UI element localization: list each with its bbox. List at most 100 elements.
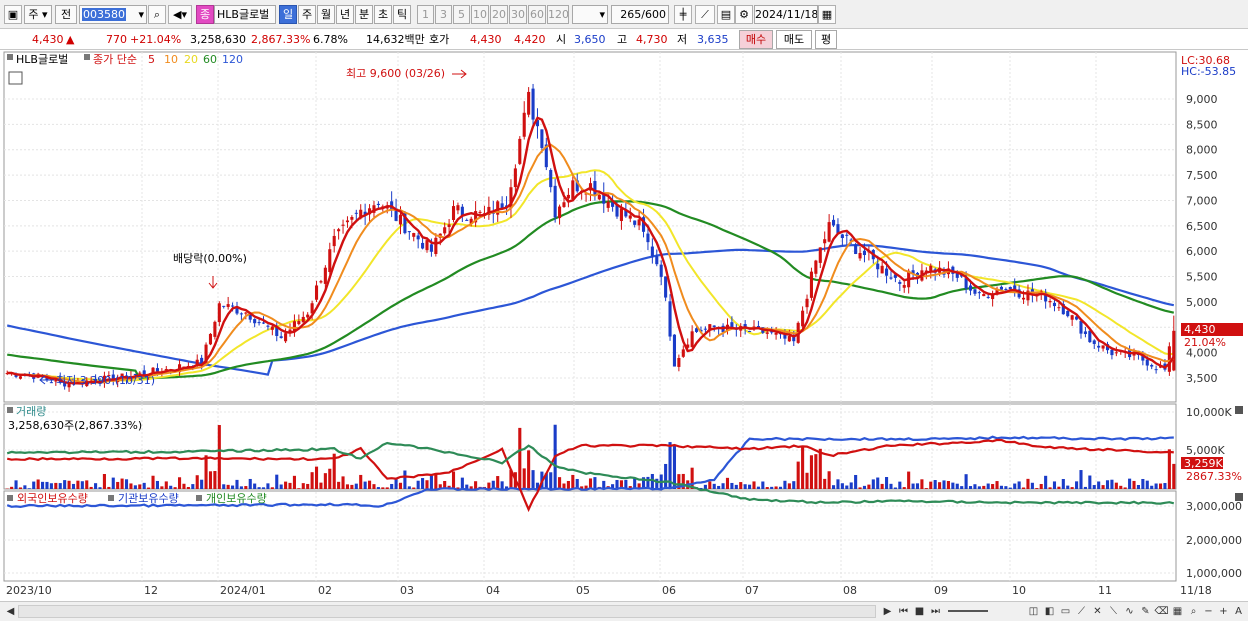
gear-icon[interactable]: ⚙	[735, 5, 753, 24]
volume-bar	[885, 477, 889, 489]
zoom-out-icon[interactable]: −	[1201, 604, 1216, 619]
stop-icon[interactable]: ■	[912, 604, 927, 619]
volume-bar	[571, 474, 575, 489]
volume-bar	[54, 482, 58, 489]
evaluate-button[interactable]: 평	[815, 30, 837, 49]
candle-body	[465, 219, 469, 221]
scroll-track[interactable]	[18, 605, 876, 618]
high-annotation: 최고 9,600 (03/26)	[346, 67, 445, 80]
layout-icon[interactable]: ◫	[1026, 604, 1041, 619]
chart-area[interactable]: 9,000 8,500 8,000 7,500 7,000 6,500 6,000 5,500…	[0, 50, 1248, 601]
pen-icon[interactable]: ✎	[1138, 604, 1153, 619]
volume-bar	[63, 480, 67, 489]
grid-icon[interactable]: ▦	[1170, 604, 1185, 619]
interval-button-4[interactable]: 20	[490, 5, 508, 24]
price-tick-label: 5,000	[1186, 296, 1218, 309]
interval-button-0[interactable]: 1	[417, 5, 434, 24]
interval-button-1[interactable]: 3	[435, 5, 452, 24]
candle-body	[703, 328, 707, 330]
period-tab-6[interactable]: 틱	[393, 5, 411, 24]
interval-button-6[interactable]: 60	[528, 5, 546, 24]
zoom-icon[interactable]: ⌕	[1186, 604, 1201, 619]
candle-body	[332, 235, 336, 247]
volume-bar	[898, 481, 902, 489]
zoom-in-icon[interactable]: +	[1216, 604, 1231, 619]
interval-button-2[interactable]: 5	[453, 5, 470, 24]
trend-icon[interactable]: ⟍	[1106, 604, 1121, 619]
volume-bar	[350, 484, 354, 489]
candle-body	[522, 112, 526, 137]
volume-bar	[527, 450, 531, 489]
draw-tool-icon[interactable]: ⟋	[695, 5, 715, 24]
candle-body	[902, 285, 906, 288]
line-tool-icon[interactable]: ⟋	[1074, 604, 1089, 619]
period-tab-1[interactable]: 주	[298, 5, 316, 24]
period-tab-2[interactable]: 월	[317, 5, 335, 24]
count-input[interactable]: 265/600	[611, 5, 669, 24]
cross-icon[interactable]: ✕	[1090, 604, 1105, 619]
volume-bar	[730, 482, 734, 489]
volume-bar	[169, 485, 173, 489]
rewind-icon[interactable]: ⏮	[896, 604, 911, 619]
price-tick-label: 7,500	[1186, 169, 1218, 182]
volume-bar	[85, 480, 89, 489]
volume-bar	[1128, 478, 1132, 489]
interval-custom-select[interactable]: ▾	[572, 5, 608, 24]
candle-body	[284, 333, 288, 342]
volume-bar	[1119, 485, 1123, 489]
volume-bar	[1075, 481, 1079, 489]
volume-bar	[359, 474, 363, 489]
volume-bar	[266, 483, 270, 489]
stock-name: HLB글로벌	[214, 5, 276, 24]
forward-icon[interactable]: ⏭	[928, 604, 943, 619]
bottom-scrollbar[interactable]: ◀ ▶ ⏮ ■ ⏭ ◫ ◧ ▭ ⟋ ✕ ⟍ ∿ ✎ ⌫ ▦ ⌕ − + A	[0, 601, 1248, 621]
code-input[interactable]: 003580 ▾	[79, 5, 147, 24]
period-tab-3[interactable]: 년	[336, 5, 354, 24]
volume-bar	[664, 463, 668, 489]
prev-button[interactable]: 전	[55, 5, 77, 24]
zoom-slider[interactable]	[948, 610, 988, 612]
market-select[interactable]: 주 ▾	[24, 5, 52, 24]
panel-close-icon[interactable]	[1235, 493, 1243, 501]
candle-body	[637, 219, 641, 226]
volume-bar	[32, 481, 36, 489]
period-tab-5[interactable]: 초	[374, 5, 392, 24]
volume-bar	[142, 482, 146, 489]
date-input[interactable]: 2024/11/18	[754, 5, 818, 24]
volume-bar	[951, 482, 955, 489]
legend-marker	[7, 54, 13, 60]
volume-bar	[827, 471, 831, 489]
period-tab-4[interactable]: 분	[355, 5, 373, 24]
search-icon[interactable]: ⌕	[148, 5, 166, 24]
layout2-icon[interactable]: ◧	[1042, 604, 1057, 619]
speaker-icon[interactable]: ◀▾	[168, 5, 192, 24]
interval-button-7[interactable]: 120	[547, 5, 569, 24]
volume-bar	[138, 484, 142, 489]
panel-close-icon[interactable]	[1235, 406, 1243, 414]
buy-button[interactable]: 매수	[739, 30, 773, 49]
calendar-icon[interactable]: ▦	[818, 5, 836, 24]
period-tab-0[interactable]: 일	[279, 5, 297, 24]
save-icon[interactable]: ▤	[717, 5, 735, 24]
candle-body	[49, 382, 53, 384]
sell-button[interactable]: 매도	[776, 30, 812, 49]
window-icon[interactable]: ▣	[4, 5, 22, 24]
layout3-icon[interactable]: ▭	[1058, 604, 1073, 619]
eraser-icon[interactable]: ⌫	[1154, 604, 1169, 619]
candle-body	[425, 240, 429, 251]
volume-bar	[960, 486, 964, 489]
scroll-left-icon[interactable]: ◀	[3, 604, 18, 619]
interval-button-5[interactable]: 30	[509, 5, 527, 24]
interval-button-3[interactable]: 10	[471, 5, 489, 24]
volume-bar	[363, 481, 367, 489]
candle-body	[650, 246, 654, 257]
text-icon[interactable]: A	[1231, 604, 1246, 619]
table-icon[interactable]	[8, 71, 23, 85]
scroll-right-icon[interactable]: ▶	[880, 604, 895, 619]
candle-icon[interactable]: ╪	[674, 5, 692, 24]
wave-icon[interactable]: ∿	[1122, 604, 1137, 619]
volume-bar	[770, 486, 774, 489]
high-price: 4,730	[636, 33, 668, 46]
volume-bar	[116, 481, 120, 489]
volume-bar	[1061, 478, 1065, 489]
